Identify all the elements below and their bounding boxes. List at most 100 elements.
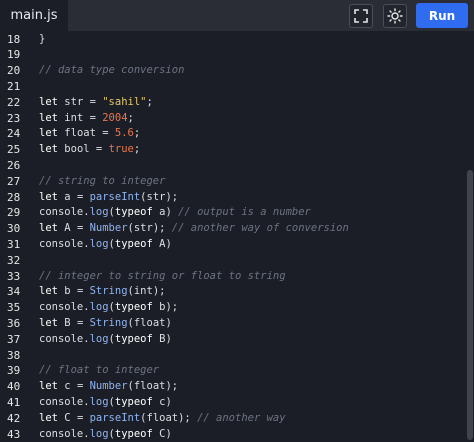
line-number: 28 <box>7 190 21 204</box>
code-token: typeof <box>114 206 153 219</box>
code-line[interactable]: 28 let a = parseInt(str); <box>0 190 462 206</box>
code-text: let A = Number(str); // another way of c… <box>39 221 349 237</box>
line-number: 18 <box>7 32 21 46</box>
code-token: parseInt <box>89 190 141 203</box>
code-token: str = <box>64 95 103 108</box>
line-number: 19 <box>7 48 21 62</box>
code-line[interactable]: 30 let A = Number(str); // another way of… <box>0 221 462 237</box>
code-token: typeof <box>114 237 153 250</box>
code-line[interactable]: 25 let bool = true; <box>0 142 462 158</box>
code-token: typeof <box>114 332 153 345</box>
code-text: console.log(typeof c) <box>39 395 172 411</box>
code-token: } <box>39 32 46 45</box>
code-line[interactable]: 35 console.log(typeof b); <box>0 300 462 316</box>
code-token: a = <box>64 190 90 203</box>
code-line[interactable]: 24 let float = 5.6; <box>0 126 462 142</box>
code-line[interactable]: 21 <box>0 79 462 95</box>
code-line[interactable]: 43 console.log(typeof C) <box>0 427 462 442</box>
code-text: // data type conversion <box>39 63 184 79</box>
line-number: 39 <box>7 364 21 378</box>
code-text: let a = parseInt(str); <box>39 190 178 206</box>
line-number: 35 <box>7 301 21 315</box>
code-token: let <box>39 380 65 393</box>
code-line[interactable]: 22 let str = "sahil"; <box>0 95 462 111</box>
code-text: let B = String(float) <box>39 316 172 332</box>
code-token: let <box>39 222 65 235</box>
code-token: let <box>39 127 65 140</box>
code-text: let float = 5.6; <box>39 126 140 142</box>
code-token: Number <box>89 222 128 235</box>
code-text: // string to integer <box>39 174 165 190</box>
code-token: int = <box>64 111 103 124</box>
code-line[interactable]: 29 console.log(typeof a) // output is a n… <box>0 205 462 221</box>
tab-main-js[interactable]: main.js <box>0 0 68 31</box>
code-text: console.log(typeof C) <box>39 427 172 442</box>
code-line[interactable]: 40 let c = Number(float); <box>0 379 462 395</box>
code-token: c = <box>64 380 90 393</box>
code-line[interactable]: 39 // float to integer <box>0 363 462 379</box>
line-number: 37 <box>7 332 21 346</box>
code-text: let c = Number(float); <box>39 379 178 395</box>
code-token: let <box>39 285 65 298</box>
code-token: log <box>89 395 109 408</box>
code-token: ; <box>133 143 141 156</box>
line-number: 42 <box>7 411 21 425</box>
theme-toggle-button[interactable] <box>383 4 407 28</box>
code-line[interactable]: 19 <box>0 47 462 63</box>
code-line[interactable]: 32 <box>0 253 462 269</box>
code-text: let bool = true; <box>39 142 140 158</box>
code-line[interactable]: 37 console.log(typeof B) <box>0 332 462 348</box>
line-number: 34 <box>7 285 21 299</box>
code-token: // string to integer <box>39 174 166 187</box>
code-token: ; <box>133 127 141 140</box>
code-token: // another way of conversion <box>171 222 349 235</box>
code-token: A) <box>152 237 172 250</box>
line-number: 23 <box>7 111 21 125</box>
code-line[interactable]: 31 console.log(typeof A) <box>0 237 462 253</box>
code-token: (str); <box>127 222 172 235</box>
line-number: 21 <box>7 79 21 93</box>
code-token: console. <box>39 427 90 440</box>
code-text: let b = String(int); <box>39 284 165 300</box>
code-line[interactable]: 38 <box>0 348 462 364</box>
code-token: C = <box>64 411 90 424</box>
code-token: let <box>39 95 65 108</box>
code-token: 2004 <box>102 111 128 124</box>
code-line[interactable]: 33 // integer to string or float to strin… <box>0 269 462 285</box>
code-token: // another way <box>197 411 286 424</box>
code-token: console. <box>39 301 90 314</box>
line-number: 29 <box>7 206 21 220</box>
code-token: (float); <box>140 411 198 424</box>
code-line[interactable]: 41 console.log(typeof c) <box>0 395 462 411</box>
line-number: 22 <box>7 95 21 109</box>
code-token: typeof <box>114 301 153 314</box>
code-line[interactable]: 18} <box>0 32 462 48</box>
code-text: console.log(typeof B) <box>39 332 172 348</box>
code-text: let C = parseInt(float); // another way <box>39 411 286 427</box>
line-number: 38 <box>7 348 21 362</box>
line-number: 24 <box>7 127 21 141</box>
code-line[interactable]: 26 <box>0 158 462 174</box>
code-text: // integer to string or float to string <box>39 269 286 285</box>
code-line[interactable]: 23 let int = 2004; <box>0 111 462 127</box>
code-token: // float to integer <box>39 364 160 377</box>
code-editor[interactable]: 18} 19 20// data type conversion 21 22 let st… <box>0 31 474 442</box>
code-line[interactable]: 42 let C = parseInt(float); // another wa… <box>0 411 462 427</box>
fullscreen-button[interactable] <box>349 4 373 28</box>
code-token: // output is a number <box>178 206 311 219</box>
line-number: 26 <box>7 158 21 172</box>
code-line[interactable]: 34 let b = String(int); <box>0 284 462 300</box>
run-button[interactable]: Run <box>416 3 468 28</box>
code-token: Number <box>89 380 128 393</box>
line-number: 32 <box>7 253 21 267</box>
code-token: c) <box>152 395 172 408</box>
editor-scrollbar-thumb[interactable] <box>467 170 473 440</box>
code-token: // data type conversion <box>39 64 185 77</box>
code-line[interactable]: 20 // data type conversion <box>0 63 462 79</box>
code-token: parseInt <box>89 411 141 424</box>
code-line[interactable]: 27 // string to integer <box>0 174 462 190</box>
code-line[interactable]: 36 let B = String(float) <box>0 316 462 332</box>
code-token: console. <box>39 206 90 219</box>
code-token: C) <box>152 427 172 440</box>
code-token: let <box>39 143 65 156</box>
